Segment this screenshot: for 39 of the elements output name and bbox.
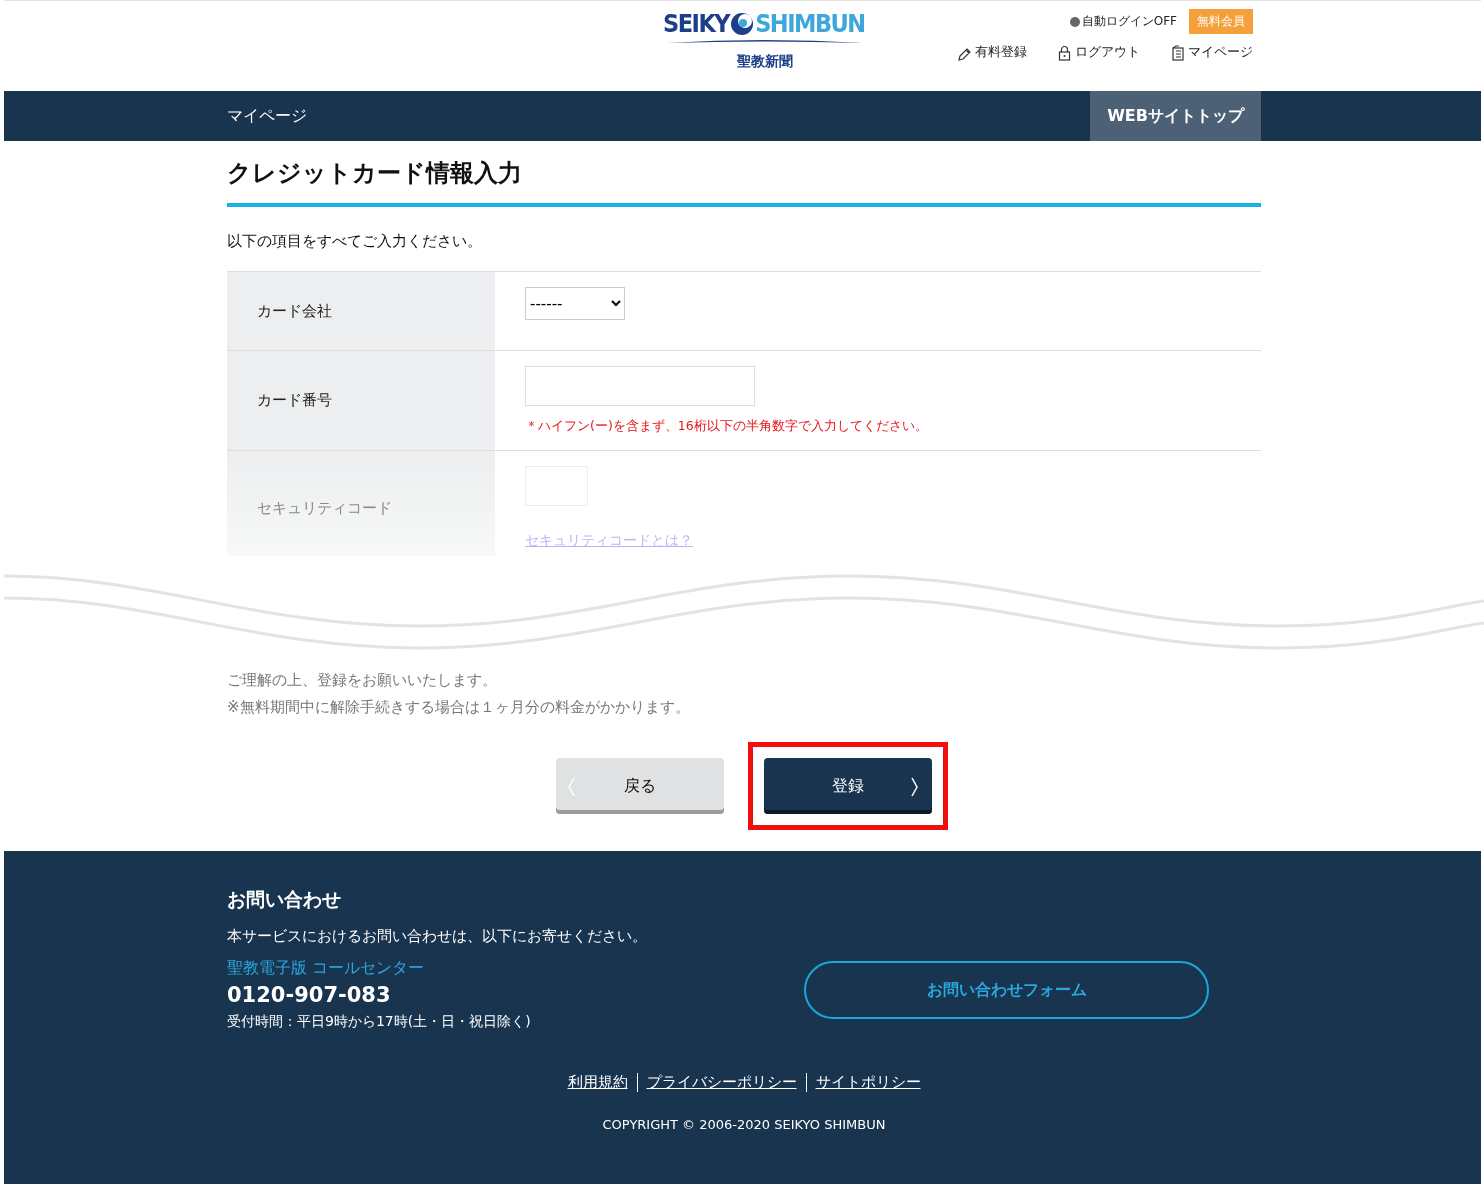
field-label: カード会社 <box>227 272 495 350</box>
field-label: カード番号 <box>227 351 495 450</box>
footer-link[interactable]: 利用規約 <box>558 1073 637 1092</box>
notice-text: ご理解の上、登録をお願いいたします。 <box>227 670 498 691</box>
contact-heading: お問い合わせ <box>227 887 342 912</box>
site-logo[interactable]: SEIKY SHIMBUN 聖教新聞 <box>659 9 871 71</box>
call-center-name: 聖教電子版 コールセンター <box>227 958 426 979</box>
footer-link[interactable]: プライバシーポリシー <box>636 1073 806 1092</box>
page-title: クレジットカード情報入力 <box>227 157 1261 207</box>
header-link[interactable]: マイページ <box>1170 44 1253 61</box>
logo-mark-icon <box>729 11 756 37</box>
header-link[interactable]: ログアウト <box>1057 44 1140 61</box>
field-label: セキュリティコード <box>227 451 495 556</box>
business-hours: 受付時間：平日9時から17時(土・日・祝日除く) <box>227 1013 532 1031</box>
logo-text: SEIKY <box>663 9 730 39</box>
contact-text: 本サービスにおけるお問い合わせは、以下にお寄せください。 <box>227 927 647 946</box>
header-link[interactable]: 有料登録 <box>957 44 1027 61</box>
card-company-select[interactable]: ------ <box>525 287 625 320</box>
copyright-text: COPYRIGHT © 2006-2020 SEIKYO SHIMBUN <box>601 1117 887 1132</box>
chevron-right-icon <box>910 776 920 798</box>
phone-number: 0120-907-083 <box>227 983 392 1007</box>
member-badge: 無料会員 <box>1189 9 1253 34</box>
logo-text: SHIMBUN <box>755 9 865 39</box>
input-hint: ＊ハイフン(ー)を含まず、16桁以下の半角数字で入力してください。 <box>525 418 928 435</box>
website-top-link[interactable]: WEBサイトトップ <box>1090 91 1261 141</box>
card-number-input[interactable] <box>525 366 755 406</box>
contact-form-button[interactable]: お問い合わせフォーム <box>804 961 1209 1019</box>
lock-icon <box>1057 44 1073 61</box>
logo-subtitle: 聖教新聞 <box>736 53 793 71</box>
nav-title: マイページ <box>227 105 307 127</box>
notice-text: ※無料期間中に解除手続きする場合は１ヶ月分の料金がかかります。 <box>227 697 691 718</box>
auto-login-status: 自動ログインOFF <box>1081 13 1177 30</box>
footer-link[interactable]: サイトポリシー <box>805 1073 930 1092</box>
chevron-left-icon <box>566 776 576 798</box>
register-button[interactable]: 登録 <box>764 758 932 814</box>
status-dot-icon <box>1069 16 1080 27</box>
document-icon <box>1170 44 1186 61</box>
instruction-text: 以下の項目をすべてご入力ください。 <box>227 232 483 251</box>
back-button[interactable]: 戻る <box>556 758 724 814</box>
